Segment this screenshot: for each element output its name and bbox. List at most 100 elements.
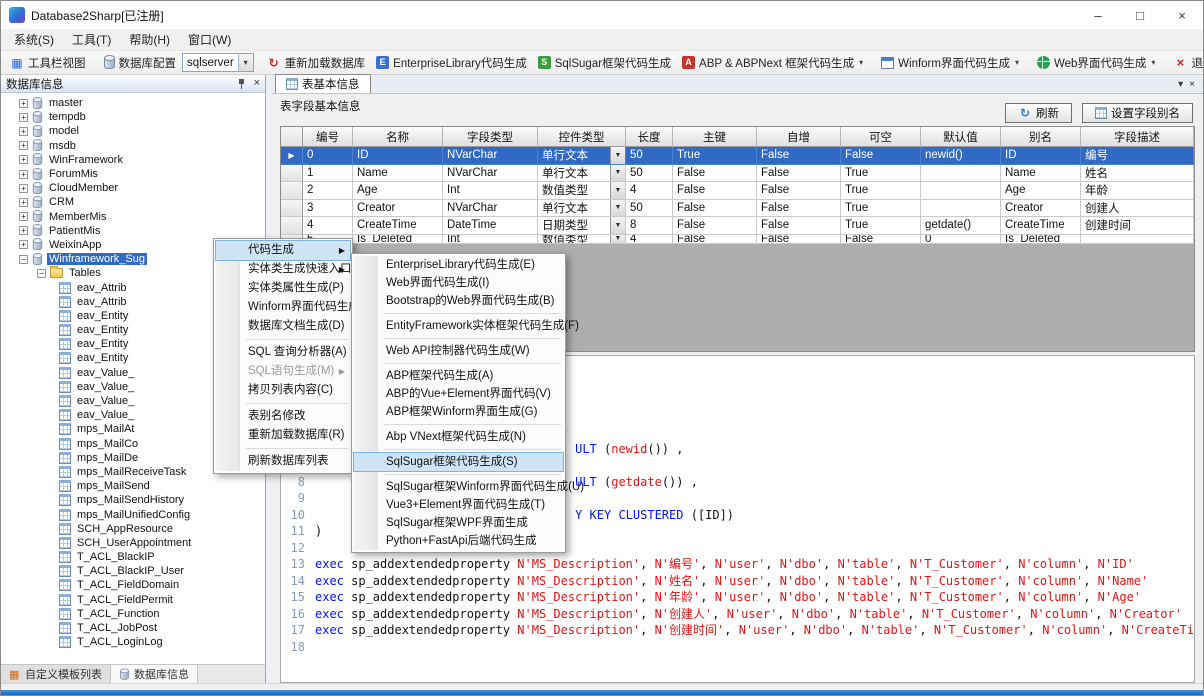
context-menu-item[interactable]: 拷贝列表内容(C) [216,381,350,400]
enterpriselibrary-button[interactable]: EEnterpriseLibrary代码生成 [371,52,532,74]
expand-icon[interactable]: + [19,141,28,150]
column-header[interactable]: 字段类型 [443,127,538,147]
view-button[interactable]: ▦工具栏视图 [5,52,91,74]
column-header[interactable]: 主键 [673,127,757,147]
chevron-down-icon[interactable]: ▼ [610,165,625,182]
context-menu-item[interactable]: 实体类属性生成(P) [216,279,350,298]
chevron-down-icon[interactable]: ▾ [238,54,253,71]
control-type-cell[interactable]: 数值类型▼ [538,235,626,244]
collapse-icon[interactable]: − [37,269,46,278]
column-header[interactable]: 控件类型 [538,127,626,147]
submenu-item[interactable]: Abp VNext框架代码生成(N) [354,428,563,446]
column-header[interactable]: 长度 [626,127,673,147]
tree-node-table[interactable]: T_ACL_LoginLog [1,635,265,649]
pin-icon[interactable] [237,78,246,90]
expand-icon[interactable]: + [19,198,28,207]
context-menu-item[interactable]: SQL语句生成(M)▶ [216,362,350,381]
close-icon[interactable]: × [1189,79,1195,90]
expand-icon[interactable]: + [19,99,28,108]
column-header[interactable]: 字段描述 [1081,127,1194,147]
expand-icon[interactable]: + [19,240,28,249]
submenu-item[interactable]: EnterpriseLibrary代码生成(E) [354,256,563,274]
close-button[interactable]: × [1161,1,1203,29]
exit-button[interactable]: ×退出 [1168,52,1204,74]
tree-node-database[interactable]: +ForumMis [1,167,265,181]
chevron-down-icon[interactable]: ▼ [610,200,625,217]
set-field-alias-button[interactable]: 设置字段别名 [1082,103,1193,123]
chevron-down-icon[interactable]: ▾ [1178,79,1183,90]
chevron-down-icon[interactable]: ▾ [1015,58,1019,67]
tree-node-database[interactable]: +msdb [1,139,265,153]
context-menu-item[interactable]: Winform界面代码生成(W) [216,298,350,317]
submenu-item[interactable]: Web界面代码生成(I) [354,274,563,292]
menubar-item[interactable]: 窗口(W) [179,29,240,50]
submenu-item[interactable]: ABP框架Winform界面生成(G) [354,403,563,421]
tree-node-table[interactable]: mps_MailUnifiedConfig [1,507,265,521]
tree-node-table[interactable]: SCH_AppResource [1,522,265,536]
submenu-item[interactable]: SqlSugar框架代码生成(S) [354,453,563,471]
dbconfig-button[interactable]: 数据库配置 [99,52,182,74]
expand-icon[interactable]: + [19,184,28,193]
chevron-down-icon[interactable]: ▼ [610,235,625,243]
menubar-item[interactable]: 帮助(H) [120,29,179,50]
submenu-item[interactable]: Web API控制器代码生成(W) [354,342,563,360]
context-menu-item[interactable]: 实体类生成快速入口▶ [216,260,350,279]
expand-icon[interactable]: + [19,226,28,235]
tree-node-table[interactable]: T_ACL_FieldPermit [1,593,265,607]
reload-button[interactable]: ↻重新加载数据库 [262,52,371,74]
tree-node-table[interactable]: T_ACL_BlackIP [1,550,265,564]
chevron-down-icon[interactable]: ▾ [859,58,863,67]
table-row[interactable]: 2AgeInt数值类型▼4FalseFalseTrueAge年龄 [281,182,1194,200]
chevron-down-icon[interactable]: ▾ [1151,58,1155,67]
submenu-item[interactable]: ABP框架代码生成(A) [354,367,563,385]
chevron-down-icon[interactable]: ▼ [610,182,625,199]
tree-node-database[interactable]: +tempdb [1,110,265,124]
tree-node-database[interactable]: +WinFramework [1,153,265,167]
column-header[interactable]: 自增 [757,127,841,147]
table-row[interactable]: 5Is_DeletedInt数值类型▼4FalseFalseFalse0Is_D… [281,235,1194,244]
control-type-cell[interactable]: 数值类型▼ [538,182,626,200]
column-header[interactable]: 可空 [841,127,921,147]
table-row[interactable]: ▶0IDNVarChar单行文本▼50TrueFalseFalsenewid()… [281,147,1194,165]
provider-combo[interactable]: sqlserver▾ [182,53,254,72]
tab-custom-template-list[interactable]: ▦ 自定义模板列表 [1,665,111,683]
winform-button[interactable]: Winform界面代码生成▾ [876,52,1024,74]
collapse-icon[interactable]: − [19,255,28,264]
table-row[interactable]: 4CreateTimeDateTime日期类型▼8FalseFalseTrueg… [281,217,1194,235]
tree-node-table[interactable]: T_ACL_BlackIP_User [1,564,265,578]
control-type-cell[interactable]: 单行文本▼ [538,200,626,218]
tree-node-database[interactable]: +CloudMember [1,181,265,195]
tab-table-basic-info[interactable]: 表基本信息 [275,74,371,93]
menubar-item[interactable]: 系统(S) [5,29,63,50]
abp-button[interactable]: AABP & ABPNext 框架代码生成▾ [677,52,868,74]
submenu-item[interactable]: SqlSugar框架Winform界面代码生成(U) [354,478,563,496]
context-menu-item[interactable]: 重新加载数据库(R) [216,426,350,445]
sqlsugar-button[interactable]: SSqlSugar框架代码生成 [533,52,676,74]
tree-node-table[interactable]: mps_MailSendHistory [1,493,265,507]
tree-node-database[interactable]: +CRM [1,195,265,209]
web-button[interactable]: Web界面代码生成▾ [1032,52,1160,74]
control-type-cell[interactable]: 单行文本▼ [538,147,626,165]
context-menu-item[interactable]: SQL 查询分析器(A) [216,343,350,362]
expand-icon[interactable]: + [19,127,28,136]
control-type-cell[interactable]: 单行文本▼ [538,165,626,183]
tree-node-table[interactable]: T_ACL_JobPost [1,621,265,635]
tree-node-database[interactable]: +model [1,124,265,138]
context-menu-item[interactable]: 代码生成▶ [216,241,350,260]
tree-node-database[interactable]: +PatientMis [1,224,265,238]
submenu-item[interactable]: ABP的Vue+Element界面代码(V) [354,385,563,403]
maximize-button[interactable]: □ [1119,1,1161,29]
column-header[interactable]: 默认值 [921,127,1001,147]
minimize-button[interactable]: – [1077,1,1119,29]
column-header[interactable]: 别名 [1001,127,1081,147]
context-menu-item[interactable]: 刷新数据库列表 [216,452,350,471]
column-header[interactable]: 名称 [353,127,443,147]
tab-database-info[interactable]: 数据库信息 [111,665,198,683]
tree-node-database[interactable]: +master [1,96,265,110]
column-header[interactable]: 编号 [303,127,353,147]
submenu-item[interactable]: Vue3+Element界面代码生成(T) [354,496,563,514]
tree-node-table[interactable]: mps_MailSend [1,479,265,493]
expand-icon[interactable]: + [19,113,28,122]
expand-icon[interactable]: + [19,212,28,221]
submenu-item[interactable]: SqlSugar框架WPF界面生成 [354,514,563,532]
